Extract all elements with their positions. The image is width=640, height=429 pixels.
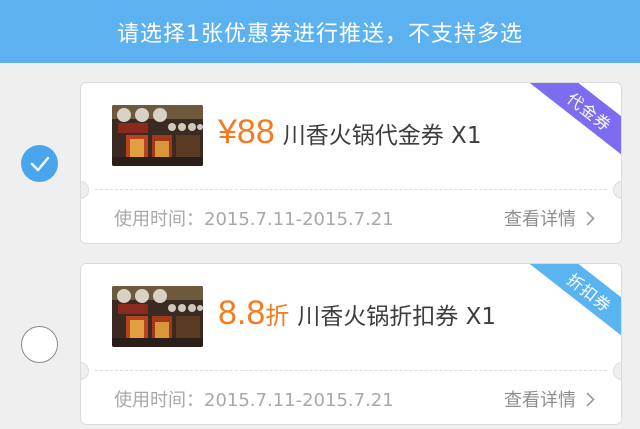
restaurant-photo — [112, 105, 203, 166]
chevron-right-icon — [586, 391, 595, 407]
view-details-link[interactable]: 查看详情 — [504, 205, 595, 231]
restaurant-photo — [112, 286, 203, 347]
page-title: 请选择1张优惠券进行推送，不支持多选 — [0, 0, 640, 63]
coupon-2-radio-unselected[interactable] — [21, 326, 58, 363]
coupon-card-discount[interactable]: 折扣券 8.8折 川香火锅折扣券 X1 使用时间：2015.7.11-2015.… — [80, 263, 622, 425]
coupon-price: ¥88 — [218, 113, 275, 151]
check-icon — [30, 156, 49, 171]
validity-period: 使用时间：2015.7.11-2015.7.21 — [114, 209, 394, 230]
coupon-price: 8.8折 — [218, 294, 290, 332]
coupon-value: 8.8折 川香火锅折扣券 X1 — [218, 294, 496, 333]
chevron-right-icon — [586, 210, 595, 226]
coupon-value: ¥88 川香火锅代金券 X1 — [218, 113, 481, 152]
validity-period: 使用时间：2015.7.11-2015.7.21 — [114, 390, 394, 411]
coupon-card-cash[interactable]: 代金券 ¥88 川香火锅代金券 X1 使用时间：2015.7.11-2015.7… — [80, 82, 622, 244]
coupon-1-radio-selected[interactable] — [21, 145, 58, 182]
divider — [95, 370, 607, 371]
divider — [95, 189, 607, 190]
coupon-type-ribbon: 代金券 — [529, 83, 621, 163]
view-details-link[interactable]: 查看详情 — [504, 386, 595, 412]
coupon-description: 川香火锅折扣券 X1 — [297, 304, 496, 330]
coupon-description: 川香火锅代金券 X1 — [282, 123, 482, 149]
coupon-type-ribbon: 折扣券 — [529, 264, 621, 344]
